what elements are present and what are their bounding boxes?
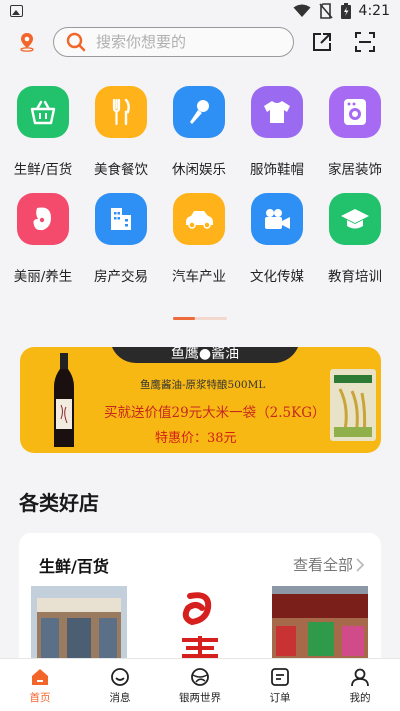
scan-icon[interactable] [355, 32, 375, 52]
no-sim-icon [318, 3, 333, 19]
category-education[interactable]: 教育培训 [316, 193, 394, 285]
store-category-card: 生鲜/百货 查看全部 [19, 533, 381, 673]
tab-messages[interactable]: 消息 [80, 659, 160, 711]
globe-icon [191, 668, 209, 686]
banner-price: 特惠价：38元 [155, 431, 237, 446]
category-label: 房产交易 [94, 269, 148, 285]
category-label: 文化传媒 [250, 269, 304, 285]
section-title: 各类好店 [19, 491, 99, 515]
category-food-dining[interactable]: 美食餐饮 [82, 86, 160, 178]
search-input[interactable] [96, 33, 266, 51]
share-icon[interactable] [312, 32, 332, 52]
chevron-right-icon [356, 557, 365, 572]
view-all-link[interactable]: 查看全部 [293, 554, 365, 575]
video-camera-icon [251, 193, 303, 245]
home-icon [32, 669, 48, 685]
banner-offer: 买就送价值29元大米一袋（2.5KG） [104, 405, 326, 421]
status-bar: 4:21 [0, 0, 400, 24]
banner-product: 鱼鹰酱油-原浆特酿500ML [140, 379, 266, 391]
basket-icon [17, 86, 69, 138]
tab-label: 银两世界 [179, 692, 221, 704]
category-automotive[interactable]: 汽车产业 [160, 193, 238, 285]
user-icon [351, 668, 369, 687]
tshirt-icon [251, 86, 303, 138]
building-icon [95, 193, 147, 245]
location-pin-icon[interactable] [18, 32, 36, 52]
category-culture-media[interactable]: 文化传媒 [238, 193, 316, 285]
category-apparel[interactable]: 服饰鞋帽 [238, 86, 316, 178]
category-label: 生鲜/百货 [13, 162, 73, 178]
category-label: 教育培训 [328, 269, 382, 285]
order-icon [271, 668, 289, 686]
graduation-cap-icon [329, 193, 381, 245]
wifi-icon [293, 4, 311, 17]
view-all-label: 查看全部 [292, 556, 353, 574]
tab-label: 消息 [109, 692, 131, 704]
car-icon [173, 193, 225, 245]
rice-bag-image [330, 369, 376, 441]
tab-home[interactable]: 首页 [0, 659, 80, 711]
woman-profile-icon [17, 193, 69, 245]
promo-banner[interactable]: 鱼鹰●酱油 鱼鹰酱油-原浆特酿500ML 买就送价值29元大米一袋（2.5KG）… [20, 347, 381, 453]
category-leisure[interactable]: 休闲娱乐 [160, 86, 238, 178]
top-bar [0, 24, 400, 60]
category-label: 美食餐饮 [94, 162, 148, 178]
battery-icon [340, 3, 351, 19]
category-label: 休闲娱乐 [172, 162, 226, 178]
clock: 4:21 [358, 3, 390, 19]
search-icon [66, 32, 86, 52]
category-fresh-grocery[interactable]: 生鲜/百货 [4, 86, 82, 178]
banner-brand: 鱼鹰●酱油 [110, 347, 300, 363]
message-icon [111, 668, 129, 686]
image-notification-icon [10, 5, 23, 17]
microphone-icon [173, 86, 225, 138]
tab-profile[interactable]: 我的 [320, 659, 400, 711]
category-label: 美丽/养生 [13, 269, 73, 285]
fork-knife-icon [95, 86, 147, 138]
category-label: 家居装饰 [328, 162, 382, 178]
soy-sauce-bottle-image [54, 353, 74, 447]
store-card-title: 生鲜/百货 [39, 557, 109, 576]
category-label: 服饰鞋帽 [250, 162, 304, 178]
category-label: 汽车产业 [172, 269, 226, 285]
tab-label: 首页 [29, 692, 51, 704]
category-beauty-health[interactable]: 美丽/养生 [4, 193, 82, 285]
page-indicator [173, 317, 227, 320]
search-box[interactable] [53, 27, 294, 57]
tab-label: 我的 [349, 692, 371, 704]
tab-silver-world[interactable]: 银两世界 [160, 659, 240, 711]
bottom-tab-bar: 首页 消息 银两世界 订单 我的 [0, 658, 400, 711]
washing-machine-icon [329, 86, 381, 138]
category-real-estate[interactable]: 房产交易 [82, 193, 160, 285]
category-home-decor[interactable]: 家居装饰 [316, 86, 394, 178]
tab-orders[interactable]: 订单 [240, 659, 320, 711]
tab-label: 订单 [269, 692, 291, 704]
